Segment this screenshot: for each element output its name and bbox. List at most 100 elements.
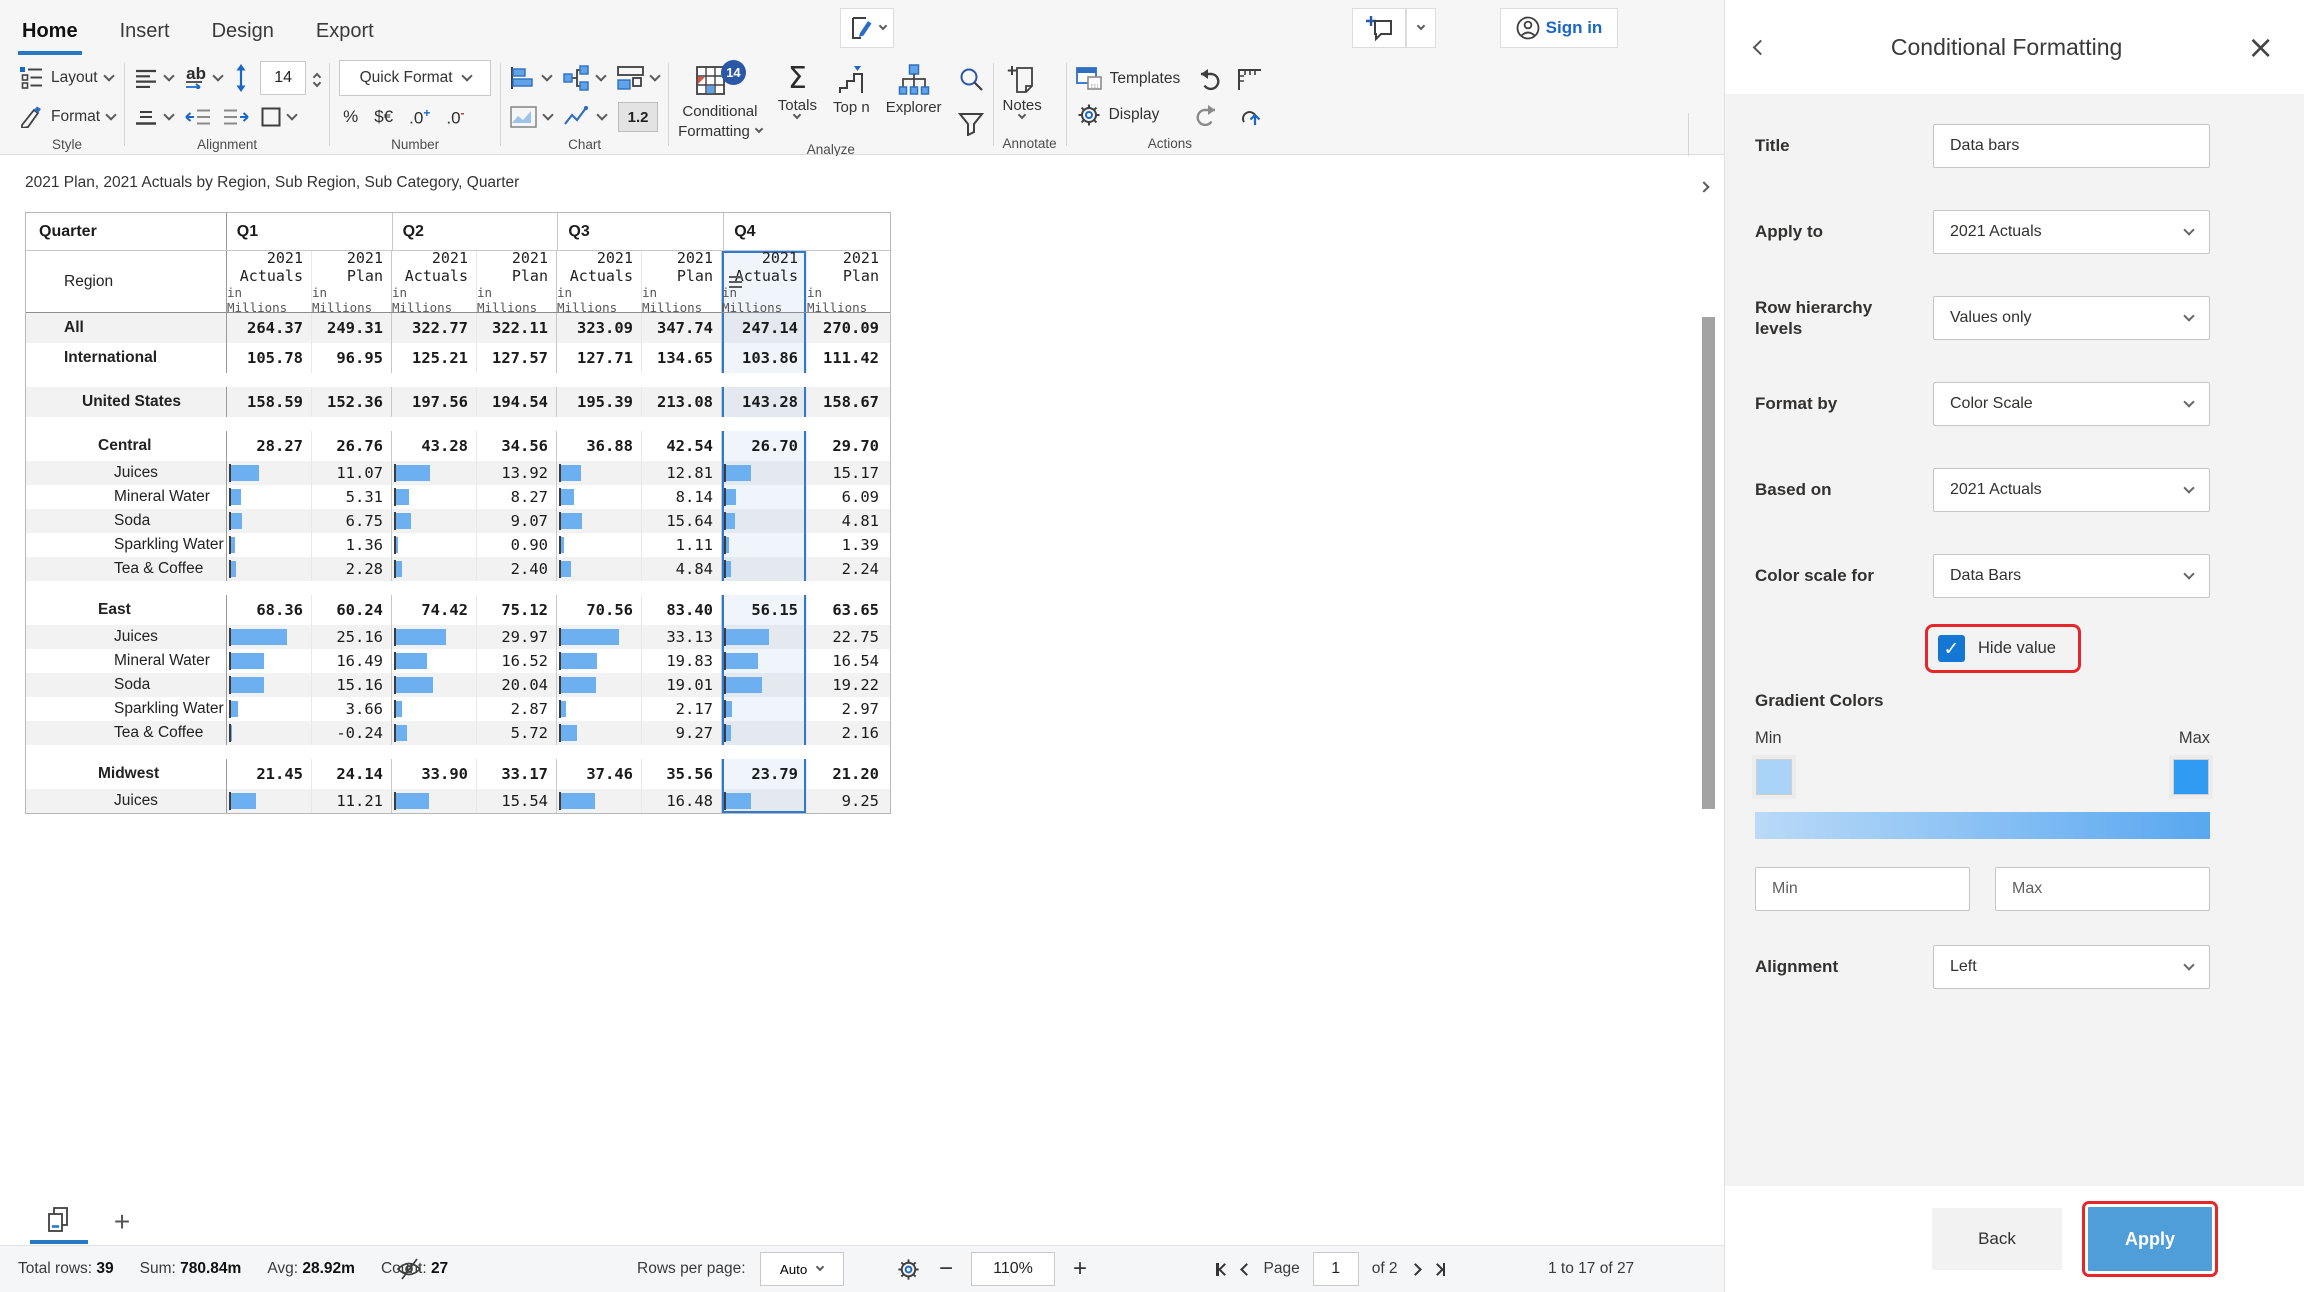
ruler-button[interactable]	[1236, 62, 1264, 96]
font-size-stepper[interactable]	[314, 71, 320, 86]
cell-tea-coffee-c2[interactable]	[392, 557, 477, 581]
quarter-header-q3[interactable]: Q3	[558, 213, 724, 250]
font-size-input[interactable]: 14	[260, 61, 306, 95]
cell-sparkling-water-c1[interactable]: 1.36	[312, 533, 392, 557]
cell-juices-c1[interactable]: 25.16	[312, 625, 392, 649]
sign-in-button[interactable]: Sign in	[1500, 8, 1618, 48]
measure-header-actuals-q2[interactable]: 2021 Actualsin Millions	[392, 251, 477, 312]
gradient-preview-bar[interactable]	[1755, 812, 2210, 839]
comment-dropdown-button[interactable]	[1406, 8, 1436, 48]
cell-midwest-c1[interactable]: 24.14	[312, 759, 392, 789]
row-label-tea-coffee[interactable]: Tea & Coffee	[26, 557, 227, 581]
cell-east-c5[interactable]: 83.40	[642, 595, 722, 625]
cell-juices-c3[interactable]: 29.97	[477, 625, 557, 649]
cell-soda-c7[interactable]: 4.81	[807, 509, 887, 533]
cell-international-c3[interactable]: 127.57	[477, 343, 557, 373]
cell-tea-coffee-c2[interactable]	[392, 721, 477, 745]
cell-united-states-c3[interactable]: 194.54	[477, 387, 557, 417]
row-label-juices[interactable]: Juices	[26, 625, 227, 649]
cell-east-c0[interactable]: 68.36	[227, 595, 312, 625]
cell-mineral-water-c2[interactable]	[392, 649, 477, 673]
cell-tea-coffee-c3[interactable]: 5.72	[477, 721, 557, 745]
cell-international-c1[interactable]: 96.95	[312, 343, 392, 373]
quick-format-dropdown[interactable]: Quick Format	[339, 60, 491, 96]
cell-east-c4[interactable]: 70.56	[557, 595, 642, 625]
column-menu-icon[interactable]	[729, 276, 742, 288]
min-color-swatch[interactable]	[1757, 760, 1791, 794]
row-label-united-states[interactable]: United States	[26, 387, 227, 417]
cell-mineral-water-c6[interactable]	[722, 485, 807, 509]
search-button[interactable]	[958, 66, 984, 92]
cell-juices-c4[interactable]	[557, 789, 642, 813]
cell-mineral-water-c3[interactable]: 16.52	[477, 649, 557, 673]
cell-sparkling-water-c4[interactable]	[557, 533, 642, 557]
cell-juices-c5[interactable]: 16.48	[642, 789, 722, 813]
cell-soda-c1[interactable]: 15.16	[312, 673, 392, 697]
cell-tea-coffee-c0[interactable]	[227, 721, 312, 745]
measure-header-actuals-q4[interactable]: 2021 Actualsin Millions	[722, 251, 807, 312]
sparkline-button[interactable]	[564, 106, 606, 128]
cell-midwest-c0[interactable]: 21.45	[227, 759, 312, 789]
cell-sparkling-water-c5[interactable]: 2.17	[642, 697, 722, 721]
last-page-button[interactable]	[1433, 1263, 1446, 1276]
cell-midwest-c3[interactable]: 33.17	[477, 759, 557, 789]
cell-mineral-water-c4[interactable]	[557, 485, 642, 509]
cell-united-states-c2[interactable]: 197.56	[392, 387, 477, 417]
text-align-button[interactable]	[134, 68, 173, 88]
cell-sparkling-water-c0[interactable]	[227, 697, 312, 721]
tab-design[interactable]: Design	[210, 20, 276, 55]
cell-tea-coffee-c0[interactable]	[227, 557, 312, 581]
cell-east-c7[interactable]: 63.65	[807, 595, 887, 625]
quarter-header-q4[interactable]: Q4	[724, 213, 890, 250]
view-settings-button[interactable]	[896, 1257, 921, 1282]
cell-sparkling-water-c2[interactable]	[392, 533, 477, 557]
cell-united-states-c1[interactable]: 152.36	[312, 387, 392, 417]
next-page-button[interactable]	[1411, 1265, 1420, 1274]
cell-all-c7[interactable]: 270.09	[807, 313, 887, 343]
measure-header-actuals-q1[interactable]: 2021 Actualsin Millions	[227, 251, 312, 312]
cell-soda-c6[interactable]	[722, 509, 807, 533]
cell-tea-coffee-c4[interactable]	[557, 557, 642, 581]
indent-increase-button[interactable]	[223, 108, 249, 126]
cell-juices-c7[interactable]: 15.17	[807, 461, 887, 485]
row-label-sparkling-water[interactable]: Sparkling Water	[26, 697, 227, 721]
cell-midwest-c2[interactable]: 33.90	[392, 759, 477, 789]
cell-united-states-c6[interactable]: 143.28	[722, 387, 807, 417]
percent-format-button[interactable]: %	[343, 107, 358, 127]
alignment-select[interactable]: Left	[1933, 945, 2210, 989]
cell-all-c0[interactable]: 264.37	[227, 313, 312, 343]
vertical-scrollbar-thumb[interactable]	[1702, 317, 1715, 809]
decimal-display-button[interactable]: 1.2	[618, 102, 658, 132]
quarter-corner-cell[interactable]: Quarter	[26, 213, 227, 250]
cell-all-c3[interactable]: 322.11	[477, 313, 557, 343]
measure-header-plan-q3[interactable]: 2021 Planin Millions	[642, 251, 722, 312]
row-label-east[interactable]: East	[26, 595, 227, 625]
panel-close-button[interactable]: ×	[2247, 33, 2274, 61]
line-spacing-button[interactable]	[234, 64, 248, 92]
totals-button[interactable]: Σ Totals	[778, 60, 817, 140]
cell-juices-c3[interactable]: 15.54	[477, 789, 557, 813]
cell-midwest-c6[interactable]: 23.79	[722, 759, 807, 789]
cell-soda-c5[interactable]: 15.64	[642, 509, 722, 533]
cell-juices-c5[interactable]: 33.13	[642, 625, 722, 649]
cell-international-c2[interactable]: 125.21	[392, 343, 477, 373]
cell-mineral-water-c1[interactable]: 16.49	[312, 649, 392, 673]
redo-button[interactable]	[1194, 98, 1222, 132]
conditional-formatting-button[interactable]: 14 Conditional Formatting	[678, 60, 762, 140]
cell-soda-c4[interactable]	[557, 673, 642, 697]
min-value-input[interactable]: Min	[1755, 867, 1970, 911]
notes-button[interactable]: Notes	[1003, 60, 1042, 134]
row-label-midwest[interactable]: Midwest	[26, 759, 227, 789]
field-select-row-hierarchy-levels[interactable]: Values only	[1933, 296, 2210, 340]
field-select-color-scale-for[interactable]: Data Bars	[1933, 554, 2210, 598]
cell-international-c6[interactable]: 103.86	[722, 343, 807, 373]
cell-soda-c4[interactable]	[557, 509, 642, 533]
cell-juices-c4[interactable]	[557, 461, 642, 485]
row-label-sparkling-water[interactable]: Sparkling Water	[26, 533, 227, 557]
publish-button[interactable]	[1236, 98, 1264, 132]
cell-juices-c6[interactable]	[722, 461, 807, 485]
rows-per-page-select[interactable]: Auto	[760, 1252, 844, 1286]
cell-sparkling-water-c2[interactable]	[392, 697, 477, 721]
cell-central-c3[interactable]: 34.56	[477, 431, 557, 461]
cell-juices-c2[interactable]	[392, 789, 477, 813]
